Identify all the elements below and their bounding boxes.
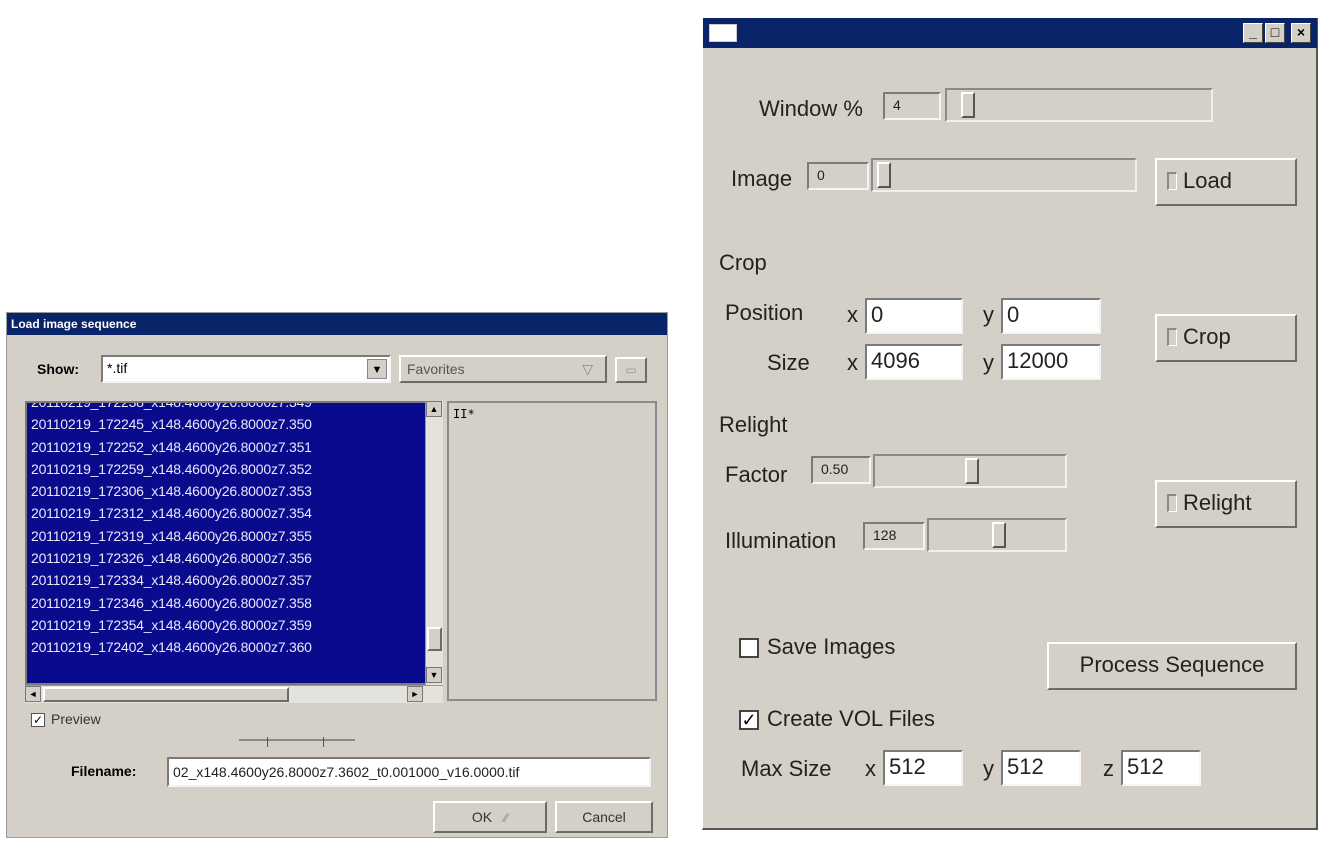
image-label: Image (731, 166, 793, 191)
size-y-label: y (983, 350, 994, 375)
load-image-sequence-dialog: Load image sequence Show: *.tif ▼ Favori… (6, 312, 668, 838)
slider-thumb[interactable] (992, 522, 1006, 548)
slider-thumb[interactable] (877, 162, 891, 188)
crop-toggle-button[interactable]: Crop (1155, 314, 1297, 362)
slider-thumb[interactable] (965, 458, 979, 484)
show-label: Show: (37, 361, 79, 377)
preview-checkbox[interactable]: ✓ (31, 713, 45, 727)
crop-size-x-field[interactable]: 4096 (865, 344, 963, 380)
list-item[interactable]: 20110219_172326_x148.4600y26.8000z7.356 (27, 547, 441, 569)
list-item[interactable]: 20110219_172334_x148.4600y26.8000z7.357 (27, 569, 441, 591)
preview-splitter[interactable] (239, 737, 355, 749)
dropdown-arrow-icon[interactable]: ▼ (367, 359, 387, 379)
list-item[interactable]: 20110219_172402_x148.4600y26.8000z7.360 (27, 636, 441, 658)
factor-value: 0.50 (811, 456, 871, 484)
file-list-horizontal-scrollbar[interactable]: ◄ ► (25, 685, 443, 703)
maximize-icon[interactable]: □ (1265, 23, 1285, 43)
scroll-up-icon[interactable]: ▲ (426, 401, 442, 417)
list-item[interactable]: 20110219_172312_x148.4600y26.8000z7.354 (27, 502, 441, 524)
favorites-label: Favorites (407, 361, 465, 377)
window-percent-value: 4 (883, 92, 941, 120)
triangle-down-icon: ▽ (582, 361, 593, 377)
close-icon[interactable]: × (1291, 23, 1311, 43)
toggle-indicator-icon (1167, 328, 1177, 346)
folder-icon: ▭ (625, 363, 637, 377)
max-size-x-label: x (865, 756, 876, 781)
save-images-label: Save Images (767, 634, 896, 659)
toggle-indicator-icon (1167, 172, 1177, 190)
dialog-title: Load image sequence (7, 313, 667, 335)
file-type-filter-dropdown[interactable]: *.tif ▼ (101, 355, 391, 383)
window-percent-label: Window % (759, 96, 863, 121)
list-item[interactable]: 20110219_172238_x148.4600y26.8000z7.349 (27, 403, 441, 413)
list-item[interactable]: 20110219_172245_x148.4600y26.8000z7.350 (27, 413, 441, 435)
position-y-label: y (983, 302, 994, 327)
create-vol-files-checkbox[interactable]: ✓ (739, 710, 759, 730)
factor-label: Factor (725, 462, 788, 487)
relight-toggle-button[interactable]: Relight (1155, 480, 1297, 528)
crop-size-y-field[interactable]: 12000 (1001, 344, 1101, 380)
cancel-button[interactable]: Cancel (555, 801, 653, 833)
file-type-filter-value: *.tif (107, 360, 128, 376)
max-size-y-field[interactable]: 512 (1001, 750, 1081, 786)
sequence-processing-window: _ □ × Window % 4 Image 0 Load Crop Posit… (702, 18, 1318, 830)
file-preview-pane: II* (447, 401, 657, 701)
crop-position-x-field[interactable]: 0 (865, 298, 963, 334)
slider-thumb[interactable] (960, 92, 975, 118)
crop-position-y-field[interactable]: 0 (1001, 298, 1101, 334)
load-toggle-button[interactable]: Load (1155, 158, 1297, 206)
list-item[interactable]: 20110219_172354_x148.4600y26.8000z7.359 (27, 614, 441, 636)
preview-content: II* (453, 407, 475, 421)
list-item[interactable]: 20110219_172259_x148.4600y26.8000z7.352 (27, 458, 441, 480)
filename-label: Filename: (71, 763, 137, 779)
window-percent-slider[interactable] (945, 88, 1213, 122)
factor-slider[interactable] (873, 454, 1067, 488)
position-label: Position (725, 300, 804, 325)
process-sequence-button[interactable]: Process Sequence (1047, 642, 1297, 690)
window-title-bar[interactable]: _ □ × (703, 18, 1317, 48)
preview-label: Preview (51, 711, 101, 727)
ok-label: OK (471, 809, 493, 825)
list-item[interactable]: 20110219_172346_x148.4600y26.8000z7.358 (27, 592, 441, 614)
favorites-dropdown[interactable]: Favorites ▽ (399, 355, 607, 383)
horizontal-scroll-thumb[interactable] (43, 687, 289, 702)
illumination-value: 128 (863, 522, 925, 550)
toggle-indicator-icon (1167, 494, 1177, 512)
max-size-z-field[interactable]: 512 (1121, 750, 1201, 786)
image-index-value: 0 (807, 162, 869, 190)
image-slider[interactable] (871, 158, 1137, 192)
max-size-y-label: y (983, 756, 994, 781)
minimize-icon[interactable]: _ (1243, 23, 1263, 43)
file-list-vertical-scrollbar[interactable]: ▲ ▼ (425, 401, 443, 685)
scroll-down-icon[interactable]: ▼ (426, 667, 442, 683)
save-images-checkbox[interactable] (739, 638, 759, 658)
resize-grip-icon: ⁄⁄ (504, 811, 509, 825)
list-item[interactable]: 20110219_172252_x148.4600y26.8000z7.351 (27, 436, 441, 458)
create-vol-files-label: Create VOL Files (767, 706, 935, 731)
illumination-slider[interactable] (927, 518, 1067, 552)
position-x-label: x (847, 302, 858, 327)
relight-heading: Relight (719, 412, 788, 437)
size-x-label: x (847, 350, 858, 375)
crop-label: Crop (1183, 324, 1231, 349)
list-item[interactable]: 20110219_172319_x148.4600y26.8000z7.355 (27, 525, 441, 547)
max-size-label: Max Size (741, 756, 832, 781)
max-size-x-field[interactable]: 512 (883, 750, 963, 786)
vertical-scroll-thumb[interactable] (427, 627, 442, 651)
scroll-right-icon[interactable]: ► (407, 686, 423, 702)
window-icon (709, 24, 737, 42)
ok-button[interactable]: OK ⁄⁄ (433, 801, 547, 833)
folder-up-button[interactable]: ▭ (615, 357, 647, 383)
crop-heading: Crop (719, 250, 767, 275)
scroll-left-icon[interactable]: ◄ (25, 686, 41, 702)
illumination-label: Illumination (725, 528, 837, 553)
file-list[interactable]: 20110219_172238_x148.4600y26.8000z7.349 … (25, 401, 443, 685)
max-size-z-label: z (1103, 756, 1114, 781)
filename-field[interactable]: 02_x148.4600y26.8000z7.3602_t0.001000_v1… (167, 757, 651, 787)
list-item[interactable]: 20110219_172306_x148.4600y26.8000z7.353 (27, 480, 441, 502)
load-label: Load (1183, 168, 1232, 193)
size-label: Size (767, 350, 810, 375)
relight-label: Relight (1183, 490, 1252, 515)
